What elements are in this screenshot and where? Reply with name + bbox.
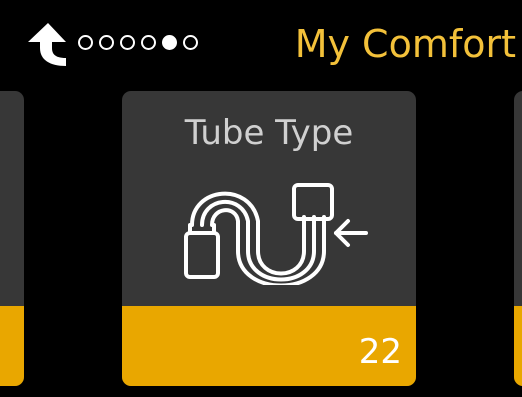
screen: My Comfort Tube Type 22	[0, 0, 522, 397]
page-dot	[78, 35, 93, 50]
next-card[interactable]	[514, 91, 522, 386]
page-dot	[99, 35, 114, 50]
back-button[interactable]	[22, 20, 74, 68]
up-arrow-back-icon	[28, 23, 66, 66]
next-card-footer	[514, 306, 522, 386]
menu-title: My Comfort	[294, 22, 516, 66]
page-dot	[183, 35, 198, 50]
setting-card-tube-type[interactable]: Tube Type 22	[122, 91, 416, 386]
setting-card-title: Tube Type	[184, 113, 354, 153]
page-dot-active	[162, 35, 177, 50]
page-dot	[120, 35, 135, 50]
previous-card[interactable]	[0, 91, 24, 386]
setting-card-value: 22	[358, 332, 402, 372]
previous-card-footer	[0, 306, 24, 386]
page-dot	[141, 35, 156, 50]
page-indicator	[78, 35, 198, 50]
tube-icon	[184, 183, 368, 285]
